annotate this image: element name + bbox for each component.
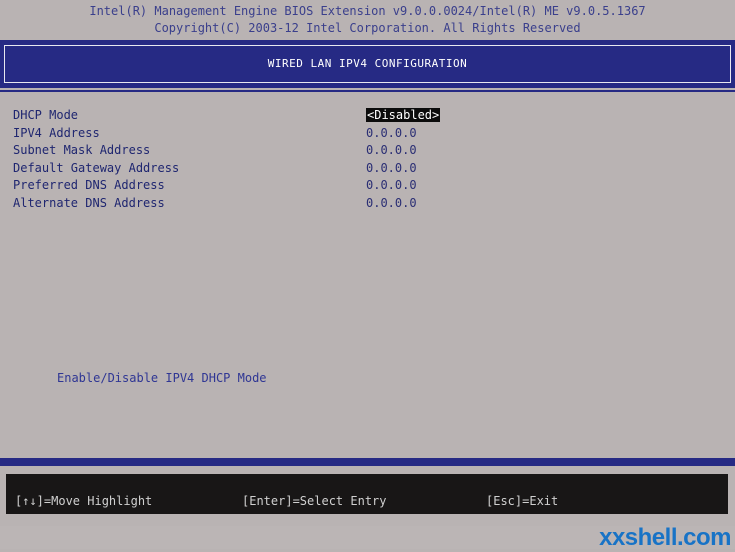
title-bar: WIRED LAN IPV4 CONFIGURATION — [0, 40, 735, 88]
header-copyright-line: Copyright(C) 2003-12 Intel Corporation. … — [154, 21, 581, 35]
page-title: WIRED LAN IPV4 CONFIGURATION — [4, 45, 731, 83]
setting-label: IPV4 Address — [13, 125, 100, 140]
setting-label: DHCP Mode — [13, 108, 79, 122]
setting-row-preferred-dns[interactable]: Preferred DNS Address 0.0.0.0 — [13, 178, 733, 196]
setting-row-default-gateway[interactable]: Default Gateway Address 0.0.0.0 — [13, 161, 733, 179]
setting-label: Preferred DNS Address — [13, 178, 165, 192]
key-hint-esc: [Esc]=Exit — [486, 494, 559, 508]
key-hint-move: [↑↓]=Move Highlight — [15, 494, 153, 508]
setting-value-selected[interactable]: <Disabled> — [366, 108, 441, 122]
setting-value[interactable]: 0.0.0.0 — [366, 196, 417, 210]
setting-row-alternate-dns[interactable]: Alternate DNS Address 0.0.0.0 — [13, 196, 733, 214]
setting-label: Alternate DNS Address — [13, 195, 165, 210]
setting-value[interactable]: 0.0.0.0 — [366, 126, 417, 140]
setting-row-ipv4-address[interactable]: IPV4 Address 0.0.0.0 — [13, 126, 733, 144]
setting-label: Subnet Mask Address — [13, 143, 151, 157]
setting-value[interactable]: 0.0.0.0 — [366, 161, 417, 175]
header-version-line: Intel(R) Management Engine BIOS Extensio… — [89, 4, 646, 18]
watermark: xxshell.com — [599, 524, 731, 551]
footer-band — [0, 458, 735, 466]
setting-value[interactable]: 0.0.0.0 — [366, 178, 417, 192]
setting-row-subnet-mask[interactable]: Subnet Mask Address 0.0.0.0 — [13, 143, 733, 161]
setting-label: Default Gateway Address — [13, 160, 180, 175]
setting-row-dhcp-mode[interactable]: DHCP Mode <Disabled> — [13, 108, 733, 126]
setting-value[interactable]: 0.0.0.0 — [366, 143, 417, 157]
key-legend-bar: [↑↓]=Move Highlight [Enter]=Select Entry… — [6, 474, 728, 514]
key-hint-enter: [Enter]=Select Entry — [242, 494, 387, 508]
title-divider — [0, 90, 735, 92]
help-text: Enable/Disable IPV4 DHCP Mode — [57, 371, 267, 385]
settings-list: DHCP Mode <Disabled> IPV4 Address 0.0.0.… — [13, 108, 733, 213]
bios-header: Intel(R) Management Engine BIOS Extensio… — [0, 0, 735, 38]
